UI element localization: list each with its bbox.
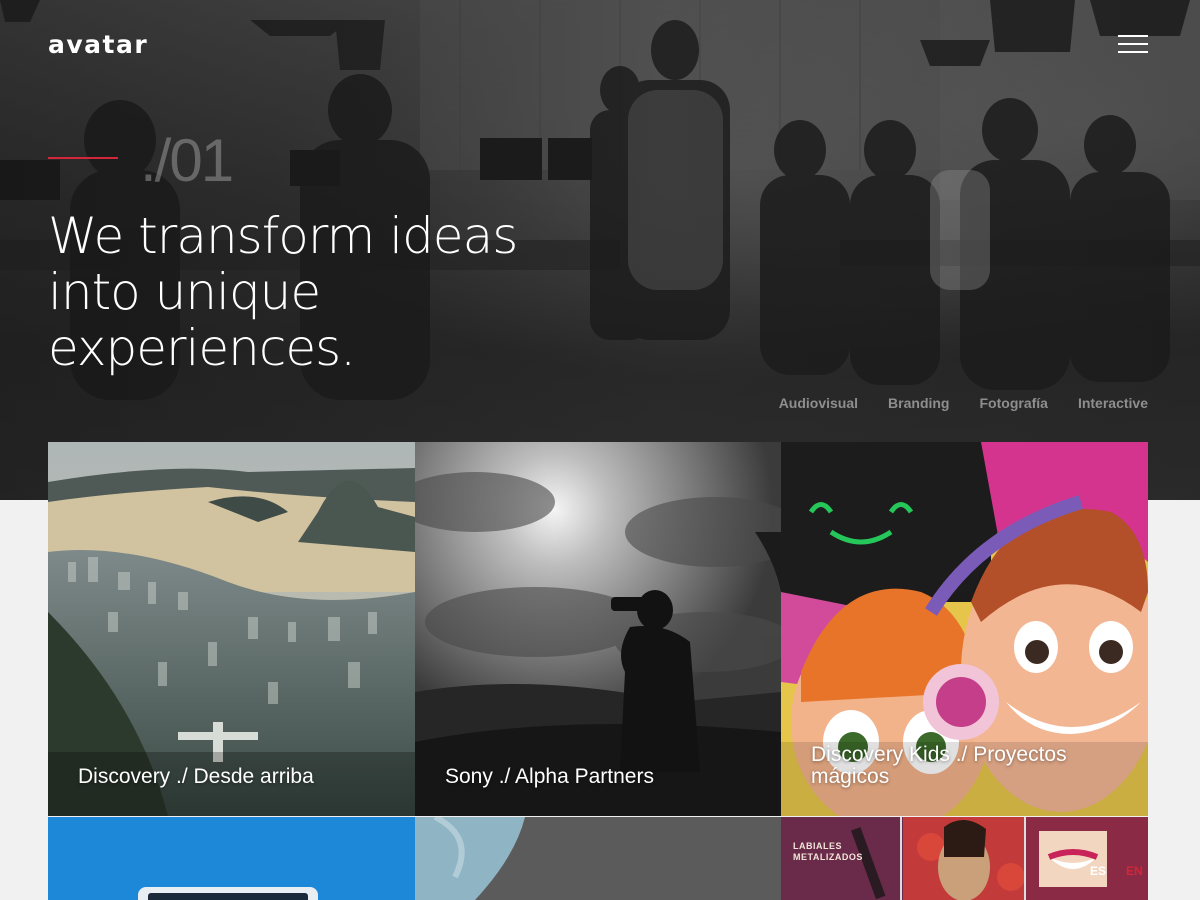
headline-line: We transform ideas (48, 207, 518, 265)
project-image-photographer (415, 442, 781, 816)
project-tile-discovery-desde-arriba[interactable]: Discovery ./ Desde arriba (48, 442, 415, 816)
menu-bar (1118, 43, 1148, 45)
project-title: Discovery ./ Desde arriba (78, 765, 314, 788)
headline-line: into unique (48, 263, 321, 321)
hamburger-menu-icon[interactable] (1118, 35, 1148, 55)
project-image-rio (48, 442, 415, 816)
brand-logo[interactable]: avatar (48, 30, 148, 59)
category-audiovisual[interactable]: Audiovisual (779, 395, 858, 411)
language-es-link[interactable]: ES (1090, 864, 1106, 878)
collage-overlay-text: LABIALES METALIZADOS (793, 841, 863, 862)
headline-line: experiences. (48, 319, 356, 377)
project-tile-discovery-kids-proyectos-magicos[interactable]: Discovery Kids ./ Proyectos mágicos (781, 442, 1148, 816)
project-image-fabric (415, 817, 781, 900)
category-interactive[interactable]: Interactive (1078, 395, 1148, 411)
category-branding[interactable]: Branding (888, 395, 949, 411)
category-fotografia[interactable]: Fotografía (980, 395, 1048, 411)
hero-section: avatar ./01 We transform ideas into uniq… (0, 0, 1200, 500)
project-image-blue-device (48, 817, 415, 900)
menu-bar (1118, 35, 1148, 37)
accent-line (48, 157, 118, 159)
project-tile-sony-alpha-partners[interactable]: Sony ./ Alpha Partners (415, 442, 781, 816)
slide-number: ./01 (140, 127, 234, 194)
category-filter: Audiovisual Branding Fotografía Interact… (779, 395, 1148, 411)
project-tile-labiales-metalizados[interactable]: LABIALES METALIZADOS (781, 817, 1148, 900)
project-tile-4[interactable] (48, 817, 415, 900)
hero-headline: We transform ideas into unique experienc… (48, 208, 608, 376)
project-title: Sony ./ Alpha Partners (445, 765, 654, 788)
project-tile-5[interactable] (415, 817, 781, 900)
language-en-link[interactable]: EN (1126, 864, 1143, 878)
menu-bar (1118, 51, 1148, 53)
project-title: Discovery Kids ./ Proyectos mágicos (811, 743, 1067, 788)
